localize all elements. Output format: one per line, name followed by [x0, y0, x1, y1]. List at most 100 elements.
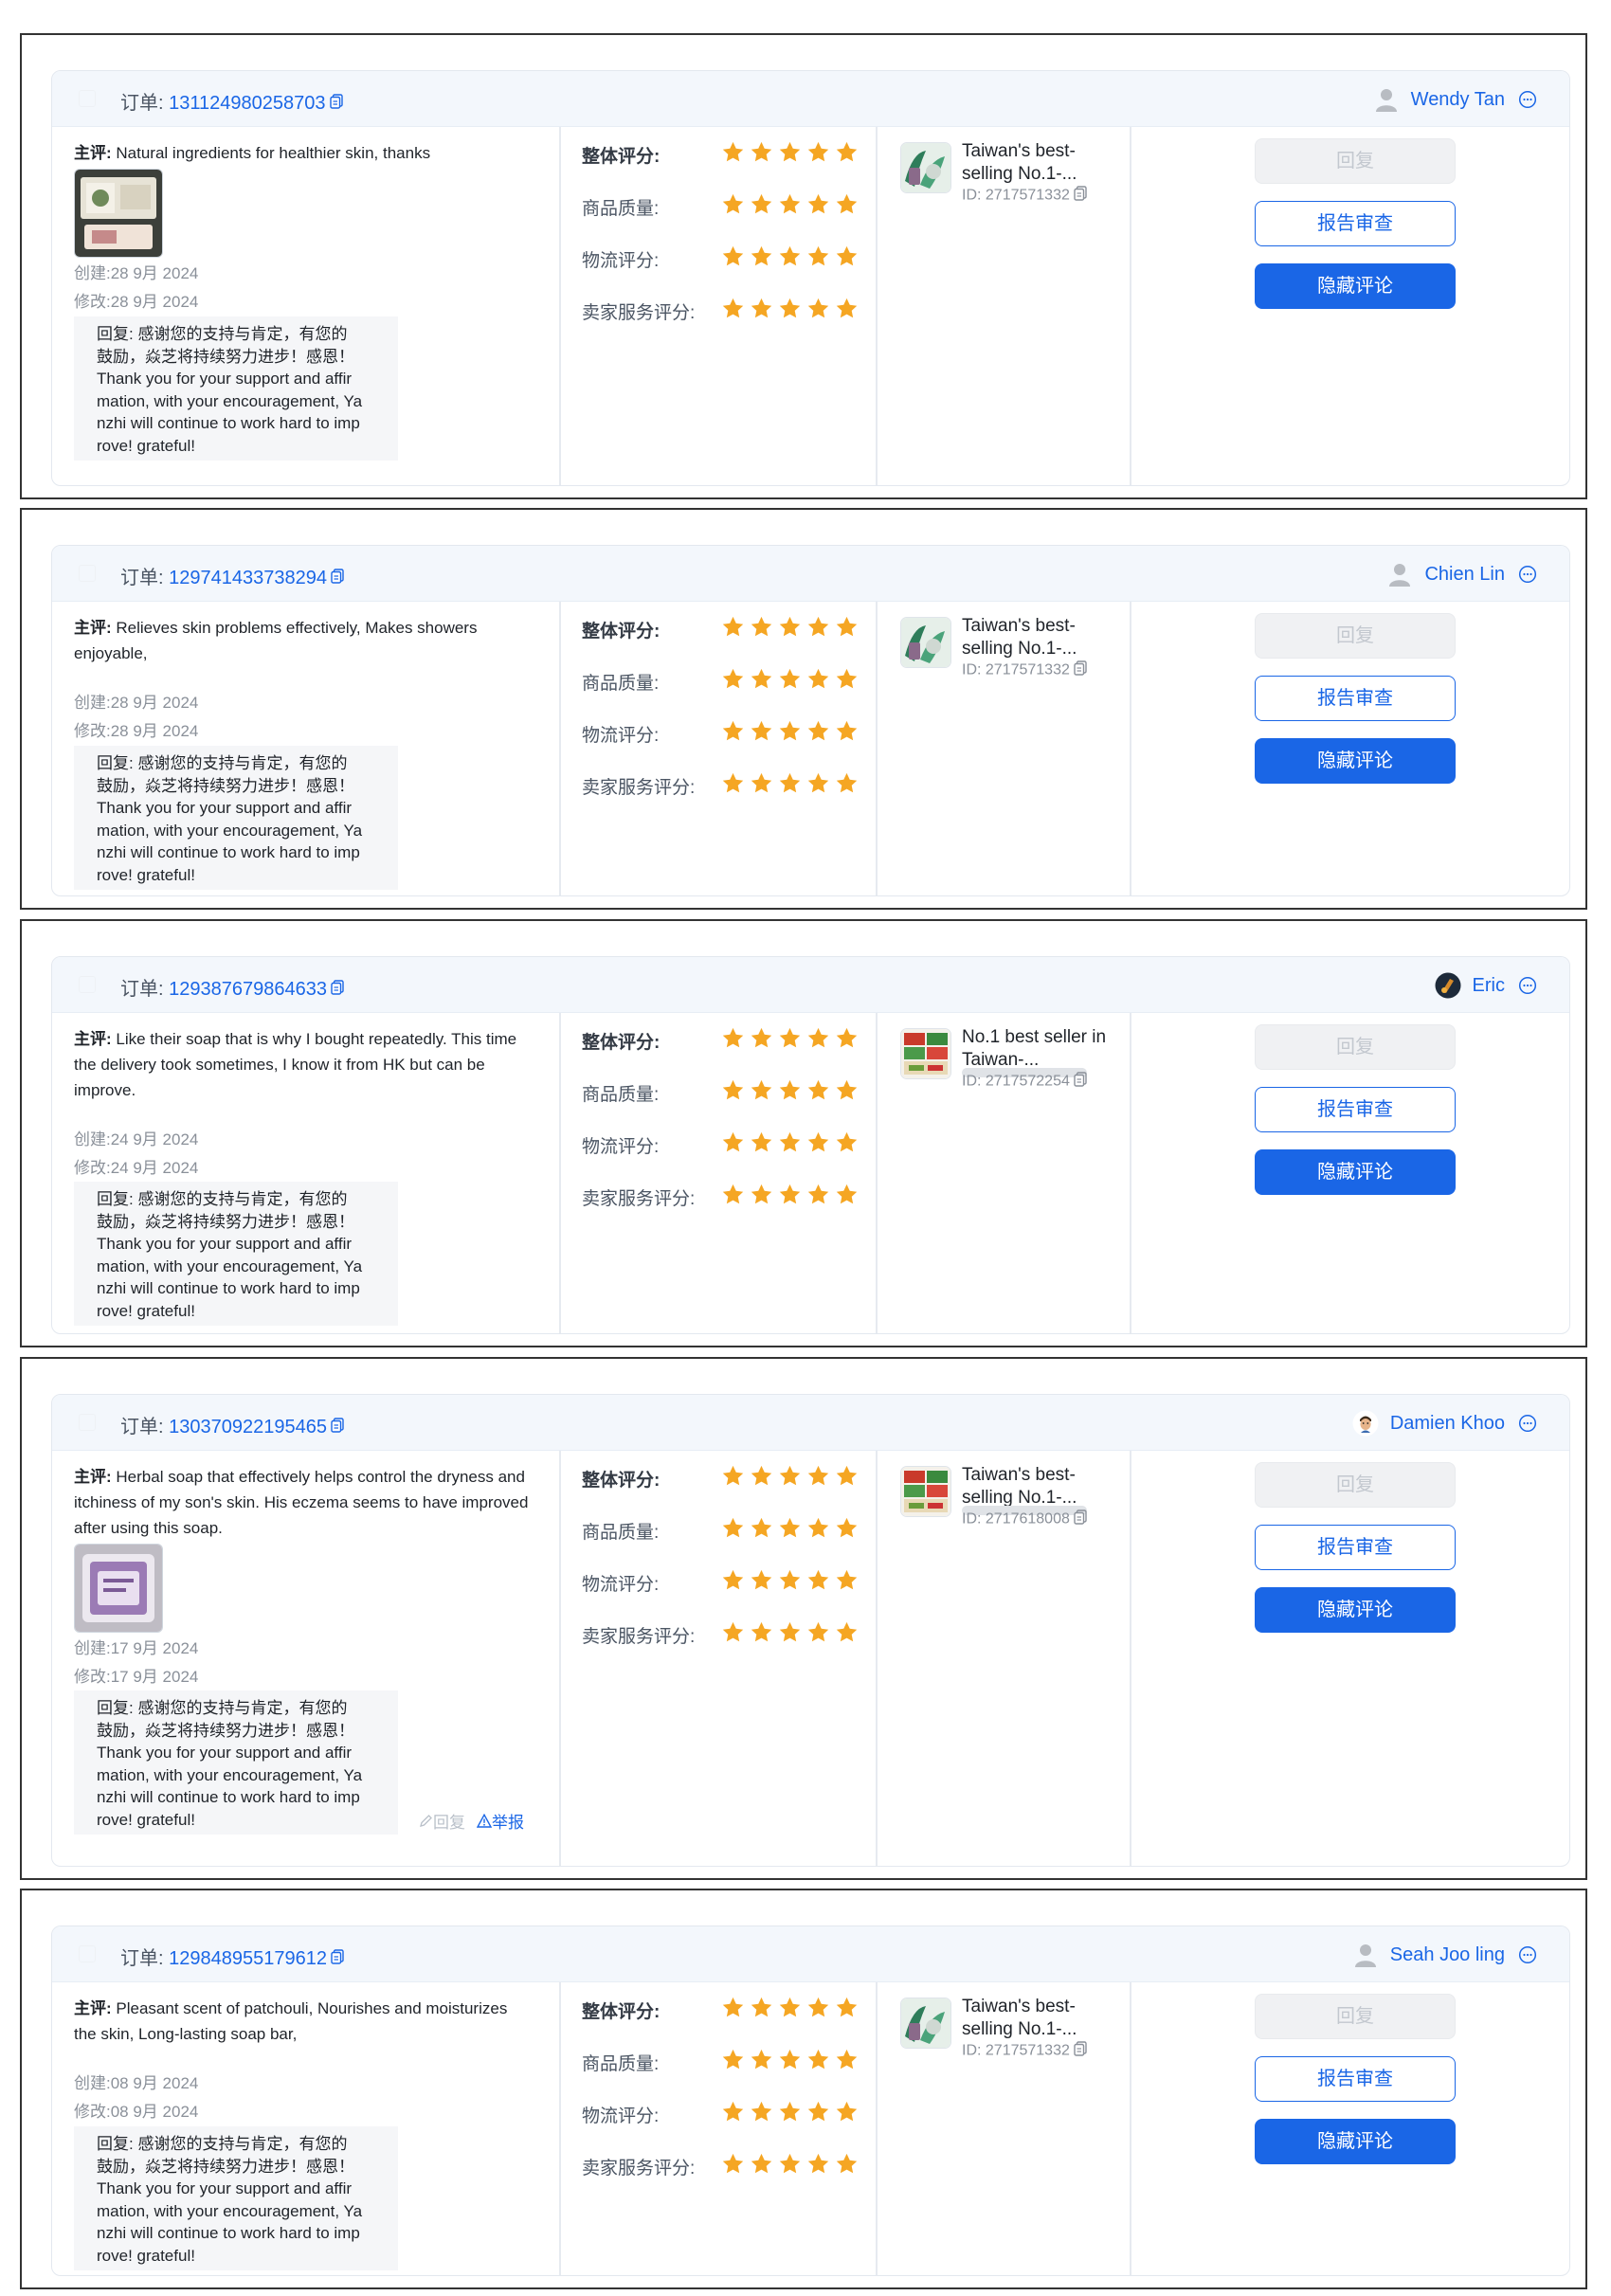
- product-title-link[interactable]: Taiwan's best-selling No.1-...: [962, 140, 1125, 186]
- star-icon: [750, 1026, 773, 1050]
- reply-button[interactable]: 回复: [1255, 613, 1456, 659]
- copy-icon[interactable]: [331, 568, 344, 589]
- product-id: ID: 2717571332: [962, 186, 1087, 206]
- rating-label: 物流评分:: [582, 1575, 660, 1595]
- copy-icon[interactable]: [331, 1417, 344, 1438]
- star-icon: [806, 2100, 830, 2124]
- reply-button[interactable]: 回复: [1255, 1462, 1456, 1508]
- product-title-link[interactable]: Taiwan's best-selling No.1-...: [962, 1464, 1125, 1510]
- actions-column: 回复报告审查隐藏评论: [1131, 602, 1569, 895]
- product-image[interactable]: [900, 617, 951, 668]
- chat-icon[interactable]: [1518, 976, 1537, 995]
- report-audit-button[interactable]: 报告审查: [1255, 201, 1456, 246]
- product-title-link[interactable]: Taiwan's best-selling No.1-...: [962, 1996, 1125, 2041]
- product-column: Taiwan's best-selling No.1-... ID: 271757…: [878, 127, 1131, 485]
- order-number-link[interactable]: 129741433738294: [169, 568, 327, 588]
- chat-icon[interactable]: [1518, 90, 1537, 109]
- order-number-link[interactable]: 129848955179612: [169, 1948, 327, 1969]
- reviewer-name-link[interactable]: Wendy Tan: [1411, 89, 1505, 111]
- report-audit-button[interactable]: 报告审查: [1255, 1087, 1456, 1132]
- reply-line: 回复: 感谢您的支持与肯定，有您的: [97, 1190, 348, 1208]
- review-text: 主评: Herbal soap that effectively helps c…: [74, 1464, 546, 1541]
- chat-icon[interactable]: [1518, 565, 1537, 584]
- star-icon: [721, 244, 745, 268]
- card-body: 主评: Pleasant scent of patchouli, Nourish…: [52, 1982, 1569, 2275]
- select-checkbox[interactable]: [79, 1414, 96, 1431]
- star-rating: [721, 1183, 863, 1206]
- copy-icon[interactable]: [1074, 660, 1087, 680]
- copy-icon[interactable]: [331, 1948, 344, 1970]
- star-rating: [721, 140, 863, 164]
- product-image[interactable]: [900, 1998, 951, 2049]
- star-icon: [806, 2152, 830, 2176]
- reviewer-name-link[interactable]: Eric: [1473, 975, 1505, 997]
- product-image[interactable]: [900, 1466, 951, 1517]
- product-image[interactable]: [900, 142, 951, 193]
- copy-icon[interactable]: [1074, 186, 1087, 206]
- copy-icon[interactable]: [329, 93, 343, 115]
- chat-icon[interactable]: [1518, 1945, 1537, 1964]
- review-image[interactable]: [74, 169, 163, 258]
- copy-icon[interactable]: [1074, 2041, 1087, 2061]
- order-number-link[interactable]: 131124980258703: [169, 93, 325, 114]
- star-icon: [835, 1996, 859, 2019]
- review-image[interactable]: [74, 1544, 163, 1633]
- review-column: 主评: Herbal soap that effectively helps c…: [52, 1451, 561, 1866]
- select-checkbox[interactable]: [79, 1945, 96, 1962]
- review-line: after using this soap.: [74, 1519, 223, 1537]
- report-audit-button[interactable]: 报告审查: [1255, 1525, 1456, 1570]
- review-text: 主评: Like their soap that is why I bought…: [74, 1026, 546, 1103]
- reply-line: mation, with your encouragement, Ya: [97, 1256, 363, 1275]
- reply-line: rove! grateful!: [97, 436, 195, 455]
- reply-button[interactable]: 回复: [1255, 138, 1456, 184]
- star-icon: [721, 1026, 745, 1050]
- report-audit-button[interactable]: 报告审查: [1255, 2056, 1456, 2102]
- star-icon: [721, 297, 745, 320]
- rating-label: 整体评分:: [582, 147, 661, 167]
- hide-review-button[interactable]: 隐藏评论: [1255, 1587, 1456, 1633]
- star-icon: [778, 2100, 802, 2124]
- star-icon: [721, 1516, 745, 1540]
- report-audit-button[interactable]: 报告审查: [1255, 676, 1456, 721]
- report-link[interactable]: 举报: [476, 1813, 524, 1832]
- reply-line: mation, with your encouragement, Ya: [97, 1765, 363, 1784]
- inline-reply-link[interactable]: 回复: [419, 1814, 465, 1832]
- reply-button[interactable]: 回复: [1255, 1024, 1456, 1070]
- copy-icon[interactable]: [331, 979, 344, 1001]
- copy-icon[interactable]: [1074, 1072, 1087, 1092]
- hide-review-button[interactable]: 隐藏评论: [1255, 738, 1456, 784]
- select-checkbox[interactable]: [79, 976, 96, 993]
- actions-column: 回复报告审查隐藏评论: [1131, 127, 1569, 485]
- reviewer-name-link[interactable]: Seah Joo ling: [1390, 1944, 1505, 1966]
- product-title-link[interactable]: Taiwan's best-selling No.1-...: [962, 615, 1125, 660]
- order-number-link[interactable]: 129387679864633: [169, 979, 327, 1000]
- rating-label: 卖家服务评分:: [582, 1627, 696, 1647]
- select-checkbox[interactable]: [79, 90, 96, 107]
- chat-icon[interactable]: [1518, 1414, 1537, 1433]
- product-id-text: ID: 2717571332: [962, 187, 1070, 204]
- reply-button[interactable]: 回复: [1255, 1994, 1456, 2039]
- hide-review-button[interactable]: 隐藏评论: [1255, 263, 1456, 309]
- copy-icon[interactable]: [1074, 1510, 1087, 1529]
- product-title-link[interactable]: No.1 best seller in Taiwan-...: [962, 1026, 1125, 1072]
- product-image[interactable]: [900, 1028, 951, 1079]
- star-icon: [835, 1620, 859, 1644]
- select-checkbox[interactable]: [79, 565, 96, 582]
- avatar: [1373, 86, 1400, 113]
- star-icon: [750, 771, 773, 795]
- created-date: 创建:28 9月 2024: [74, 264, 199, 282]
- star-icon: [778, 244, 802, 268]
- warning-icon: [476, 1813, 493, 1832]
- reply-line: 回复: 感谢您的支持与肯定，有您的: [97, 325, 348, 343]
- review-line: Like their soap that is why I bought rep…: [116, 1030, 517, 1048]
- hide-review-button[interactable]: 隐藏评论: [1255, 1149, 1456, 1195]
- reviewer-name-link[interactable]: Damien Khoo: [1390, 1413, 1505, 1435]
- hide-review-button[interactable]: 隐藏评论: [1255, 2119, 1456, 2164]
- reviewer-name-link[interactable]: Chien Lin: [1424, 564, 1505, 586]
- star-icon: [806, 1464, 830, 1488]
- order-number-link[interactable]: 130370922195465: [169, 1417, 327, 1437]
- card-header: 订单: 129848955179612 Seah Joo ling: [52, 1926, 1569, 1982]
- review-line: the delivery took sometimes, I know it f…: [74, 1056, 485, 1074]
- review-column: 主评: Natural ingredients for healthier sk…: [52, 127, 561, 485]
- reply-line: 鼓励，焱芝将持续努力进步！感恩！: [97, 776, 354, 795]
